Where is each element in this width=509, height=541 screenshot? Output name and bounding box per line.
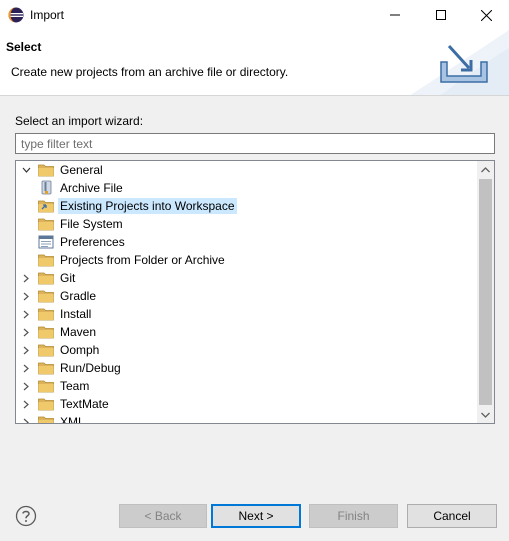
- page-title: Select: [6, 40, 42, 54]
- wizard-tree[interactable]: General Archive File Existing Projects int…: [15, 160, 495, 424]
- chevron-right-icon[interactable]: [20, 326, 32, 338]
- tree-item-label: Run/Debug: [60, 361, 121, 375]
- tree-category[interactable]: TextMate: [20, 395, 111, 413]
- tree-viewport: General Archive File Existing Projects int…: [16, 161, 478, 423]
- chevron-right-icon[interactable]: [20, 362, 32, 374]
- tree-item-label: Preferences: [60, 235, 125, 249]
- maximize-button[interactable]: [418, 0, 464, 30]
- filter-input[interactable]: [15, 133, 495, 154]
- tree-item-label: TextMate: [60, 397, 109, 411]
- tree-item-label: Existing Projects into Workspace: [58, 198, 237, 214]
- chevron-right-icon[interactable]: [20, 380, 32, 392]
- tree-item-label: Git: [60, 271, 76, 285]
- tree-category[interactable]: Gradle: [20, 287, 98, 305]
- folder-icon: [38, 378, 54, 394]
- tree-category[interactable]: General: [20, 161, 105, 179]
- folder-icon: [38, 288, 54, 304]
- tree-category[interactable]: Run/Debug: [20, 359, 123, 377]
- tree-item-label: Archive File: [60, 181, 123, 195]
- chevron-right-icon[interactable]: [20, 398, 32, 410]
- finish-button[interactable]: Finish: [309, 504, 398, 528]
- close-button[interactable]: [463, 0, 509, 30]
- tree-item[interactable]: File System: [38, 215, 125, 233]
- folder-icon: [38, 306, 54, 322]
- chevron-right-icon[interactable]: [20, 272, 32, 284]
- scrollbar-thumb[interactable]: [479, 179, 492, 405]
- folder-icon: [38, 414, 54, 423]
- tree-item-label: Gradle: [60, 289, 97, 303]
- tree-item-label: File System: [60, 217, 123, 231]
- tree-category[interactable]: XML: [20, 413, 87, 423]
- tree-item-label: XML: [60, 415, 85, 423]
- folder-icon: [38, 396, 54, 412]
- tree-category[interactable]: Git: [20, 269, 77, 287]
- import-graphic-icon: [437, 44, 491, 86]
- folder-icon: [38, 324, 54, 340]
- preferences-icon: [38, 234, 54, 250]
- minimize-button[interactable]: [372, 0, 418, 30]
- tree-item[interactable]: Preferences: [38, 233, 127, 251]
- tree-item[interactable]: Existing Projects into Workspace: [38, 197, 237, 215]
- folder-icon: [38, 162, 54, 178]
- eclipse-icon: [8, 7, 24, 23]
- archive-icon: [38, 180, 54, 196]
- project-import-icon: [38, 198, 54, 214]
- tree-item-label: General: [60, 163, 103, 177]
- chevron-right-icon[interactable]: [20, 344, 32, 356]
- tree-item[interactable]: Archive File: [38, 179, 125, 197]
- cancel-button[interactable]: Cancel: [407, 504, 497, 528]
- tree-item-label: Maven: [60, 325, 97, 339]
- tree-item-label: Install: [60, 307, 92, 321]
- wizard-banner: Select Create new projects from an archi…: [0, 30, 509, 96]
- tree-item[interactable]: Projects from Folder or Archive: [38, 251, 227, 269]
- scroll-down-icon[interactable]: [477, 406, 494, 423]
- help-icon[interactable]: [15, 505, 37, 527]
- tree-category[interactable]: Team: [20, 377, 91, 395]
- title-bar: Import: [0, 0, 509, 30]
- folder-icon: [38, 252, 54, 268]
- tree-category[interactable]: Oomph: [20, 341, 101, 359]
- chevron-down-icon[interactable]: [20, 164, 32, 176]
- next-button[interactable]: Next >: [211, 504, 301, 528]
- vertical-scrollbar[interactable]: [477, 161, 494, 423]
- scroll-up-icon[interactable]: [477, 161, 494, 178]
- folder-icon: [38, 342, 54, 358]
- back-button[interactable]: < Back: [119, 504, 207, 528]
- tree-item-label: Team: [60, 379, 90, 393]
- file-system-folder-icon: [38, 216, 54, 232]
- tree-item-label: Projects from Folder or Archive: [60, 253, 225, 267]
- window-title: Import: [30, 8, 65, 22]
- page-description: Create new projects from an archive file…: [11, 65, 289, 79]
- folder-icon: [38, 360, 54, 376]
- folder-icon: [38, 270, 54, 286]
- tree-item-label: Oomph: [60, 343, 100, 357]
- chevron-right-icon[interactable]: [20, 308, 32, 320]
- tree-category[interactable]: Maven: [20, 323, 98, 341]
- chevron-right-icon[interactable]: [20, 290, 32, 302]
- chevron-right-icon[interactable]: [20, 416, 32, 423]
- wizard-list-label: Select an import wizard:: [15, 114, 144, 128]
- tree-category[interactable]: Install: [20, 305, 93, 323]
